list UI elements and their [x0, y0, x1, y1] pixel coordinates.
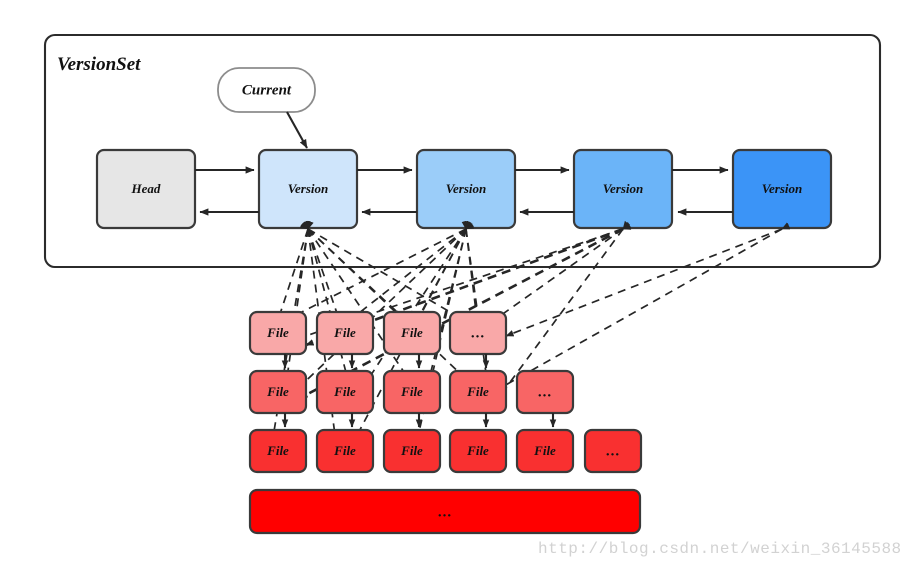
file-cell-label: File [400, 443, 423, 458]
watermark-text: http://blog.csdn.net/weixin_36145588 [538, 540, 902, 558]
chain-link-head-v1 [195, 166, 259, 216]
file-row-3: File File File File File ... [248, 428, 643, 474]
file-cell-label: File [466, 443, 489, 458]
node-head-label: Head [131, 181, 161, 196]
file-cell-label: File [400, 384, 423, 399]
file-cell-label: File [400, 325, 423, 340]
file-cell-label: File [333, 325, 356, 340]
file-cell-label: File [533, 443, 556, 458]
current-pointer-label: Current [242, 82, 292, 98]
file-cell-label: File [333, 443, 356, 458]
node-version-1-label: Version [288, 181, 328, 196]
file-cell-overflow-label: ... [606, 443, 620, 459]
chain-link-v3-v4 [672, 166, 733, 216]
file-row-2: File File File File ... [248, 369, 575, 415]
diagram-canvas: VersionSet Current Head Version Version … [0, 0, 914, 565]
chain-link-v2-v3 [515, 166, 574, 216]
node-version-2-label: Version [446, 181, 486, 196]
file-cell-overflow-label: ... [538, 384, 552, 400]
overflow-bar-label: ... [438, 504, 452, 520]
versionset-title: VersionSet [57, 54, 141, 75]
file-cell-overflow-label: ... [471, 325, 485, 341]
node-version-3-label: Version [603, 181, 643, 196]
file-cell-label: File [466, 384, 489, 399]
file-cell-label: File [266, 325, 289, 340]
file-cell-label: File [266, 443, 289, 458]
node-version-4-label: Version [762, 181, 802, 196]
versionset-diagram: VersionSet Current Head Version Version … [43, 33, 902, 558]
file-cell-label: File [333, 384, 356, 399]
file-cell-label: File [266, 384, 289, 399]
current-pointer-arrow [286, 111, 308, 149]
chain-link-v1-v2 [357, 166, 417, 216]
